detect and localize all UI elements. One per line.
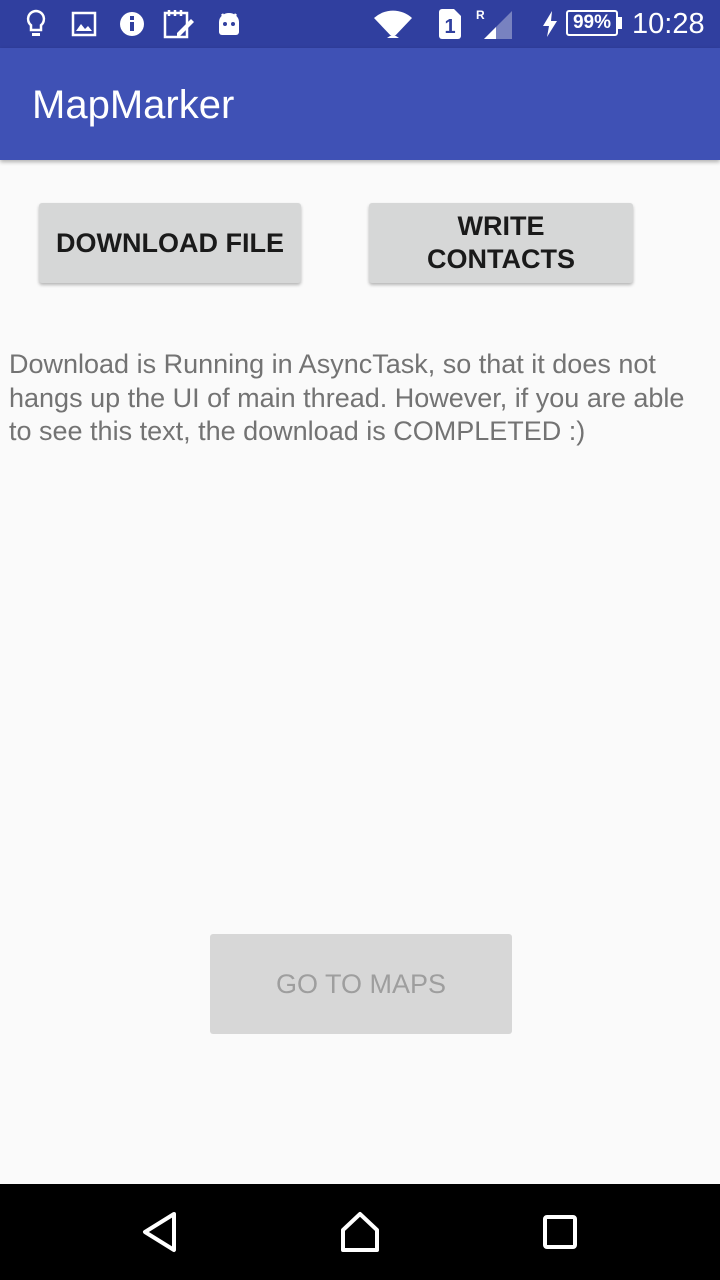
download-file-button[interactable]: DOWNLOAD FILE bbox=[39, 203, 301, 283]
image-icon bbox=[70, 8, 98, 40]
info-icon bbox=[118, 8, 146, 40]
android-icon bbox=[214, 8, 244, 40]
status-bar: 1 R 99% 10:28 bbox=[0, 0, 720, 48]
lightbulb-icon bbox=[22, 8, 50, 40]
home-icon[interactable] bbox=[330, 1202, 390, 1262]
sim-icon: 1 bbox=[436, 8, 464, 40]
clock: 10:28 bbox=[632, 8, 705, 40]
recents-icon[interactable] bbox=[530, 1202, 590, 1262]
wifi-icon bbox=[372, 8, 414, 40]
download-status-message: Download is Running in AsyncTask, so tha… bbox=[9, 349, 685, 446]
roaming-label: R bbox=[476, 8, 485, 22]
back-icon[interactable] bbox=[130, 1202, 190, 1262]
battery-level: 99% bbox=[566, 10, 618, 36]
navigation-bar bbox=[0, 1184, 720, 1280]
notes-icon bbox=[162, 8, 196, 40]
write-contacts-button[interactable]: WRITE CONTACTS bbox=[369, 203, 633, 283]
app-bar: MapMarker bbox=[0, 48, 720, 160]
battery-icon bbox=[618, 17, 622, 29]
sim-slot-label: 1 bbox=[444, 16, 455, 38]
app-title: MapMarker bbox=[32, 83, 235, 127]
charging-icon bbox=[540, 8, 560, 40]
go-to-maps-button[interactable]: GO TO MAPS bbox=[210, 934, 512, 1034]
signal-icon: R bbox=[474, 8, 516, 40]
